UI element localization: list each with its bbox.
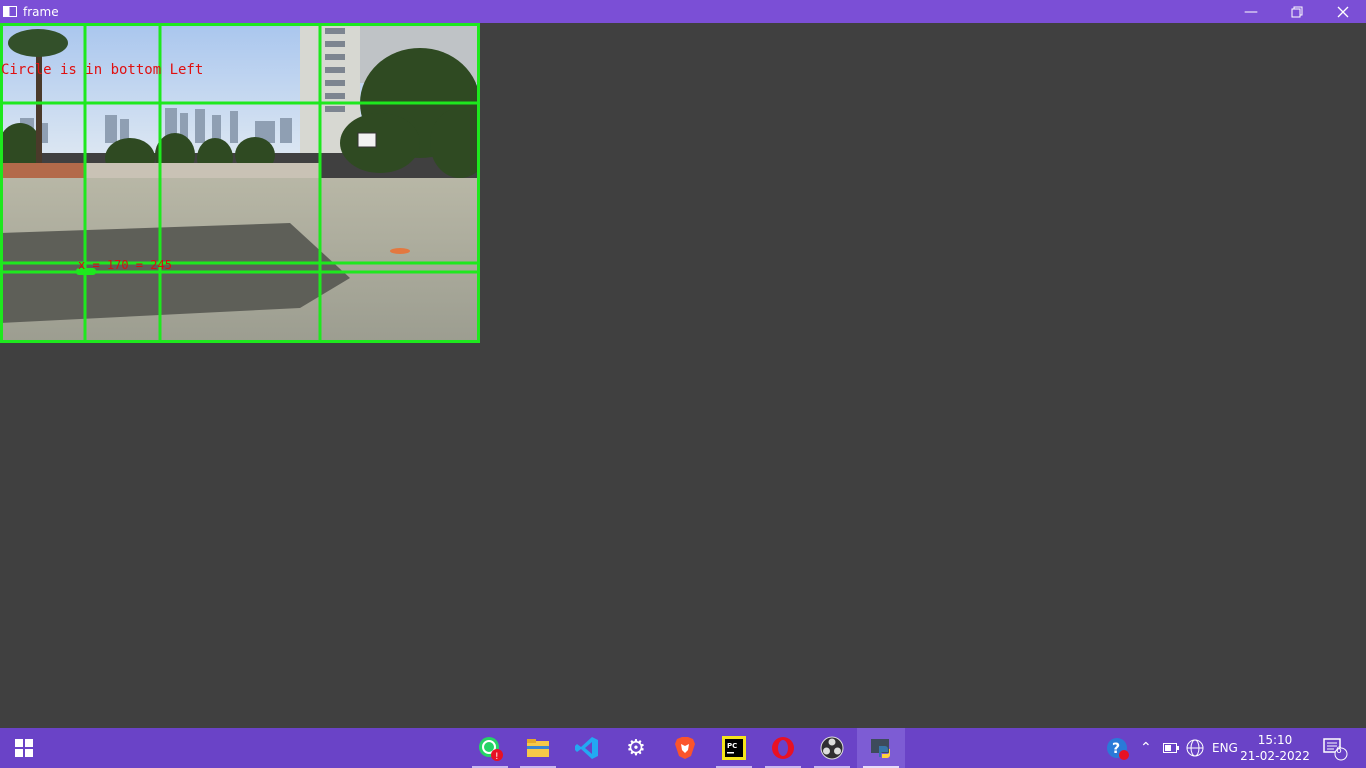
position-label: Circle is in bottom Left bbox=[1, 62, 203, 78]
taskbar-app-opera[interactable] bbox=[759, 728, 807, 768]
taskbar-app-vscode[interactable] bbox=[563, 728, 611, 768]
language-indicator: ENG bbox=[1212, 741, 1238, 755]
taskbar-app-obs[interactable] bbox=[808, 728, 856, 768]
app-window-icon bbox=[3, 6, 17, 17]
taskbar-app-settings[interactable]: ⚙ bbox=[612, 728, 660, 768]
clock-time: 15:10 bbox=[1257, 733, 1293, 747]
minimize-button[interactable]: — bbox=[1228, 0, 1274, 23]
notification-icon bbox=[1323, 738, 1348, 761]
clock-date: 21-02-2022 bbox=[1240, 749, 1310, 763]
svg-text:!: ! bbox=[495, 752, 499, 761]
taskbar-app-python[interactable] bbox=[857, 728, 905, 768]
minimize-icon: — bbox=[1244, 3, 1258, 20]
taskbar: ! ⚙ PC ? ⌃ ENG 15:10 21-02-2022 6 bbox=[0, 728, 1366, 768]
settings-icon: ⚙ bbox=[626, 735, 646, 761]
whatsapp-icon: ! bbox=[479, 737, 503, 761]
restore-icon bbox=[1291, 6, 1303, 17]
pycharm-icon: PC bbox=[722, 736, 746, 760]
notification-count: 6 bbox=[1336, 746, 1342, 756]
coords-label: x = 170 = 245 bbox=[78, 258, 172, 272]
tray-battery[interactable] bbox=[1163, 728, 1179, 768]
help-icon: ? bbox=[1107, 738, 1129, 760]
battery-icon bbox=[1163, 743, 1179, 753]
notification-center-button[interactable]: 6 bbox=[1322, 728, 1348, 768]
file-explorer-icon bbox=[527, 739, 549, 757]
taskbar-app-brave[interactable] bbox=[661, 728, 709, 768]
close-button[interactable] bbox=[1320, 0, 1366, 23]
svg-text:PC: PC bbox=[727, 742, 737, 750]
chevron-up-icon: ⌃ bbox=[1140, 740, 1152, 756]
camera-frame: Circle is in bottom Left x = 170 = 245 bbox=[0, 23, 480, 343]
start-button[interactable] bbox=[0, 728, 48, 768]
obs-icon bbox=[820, 736, 844, 760]
python-icon bbox=[871, 739, 890, 758]
opera-icon bbox=[772, 737, 794, 759]
taskbar-app-whatsapp[interactable]: ! bbox=[466, 728, 514, 768]
close-icon bbox=[1337, 6, 1349, 17]
svg-text:?: ? bbox=[1112, 741, 1120, 757]
taskbar-app-file-explorer[interactable] bbox=[514, 728, 562, 768]
windows-logo-icon bbox=[15, 739, 33, 757]
tray-network[interactable] bbox=[1186, 728, 1204, 768]
tray-overflow[interactable]: ⌃ bbox=[1140, 728, 1152, 768]
tray-clock[interactable]: 15:10 21-02-2022 bbox=[1240, 728, 1310, 768]
restore-button[interactable] bbox=[1274, 0, 1320, 23]
tray-help[interactable]: ? bbox=[1105, 728, 1129, 768]
vscode-icon bbox=[575, 737, 598, 759]
window-titlebar[interactable]: frame — bbox=[0, 0, 1366, 23]
globe-network-icon bbox=[1186, 739, 1204, 757]
tray-language[interactable]: ENG bbox=[1212, 728, 1238, 768]
taskbar-app-pycharm[interactable]: PC bbox=[710, 728, 758, 768]
window-title: frame bbox=[23, 4, 59, 19]
brave-icon bbox=[675, 737, 695, 759]
